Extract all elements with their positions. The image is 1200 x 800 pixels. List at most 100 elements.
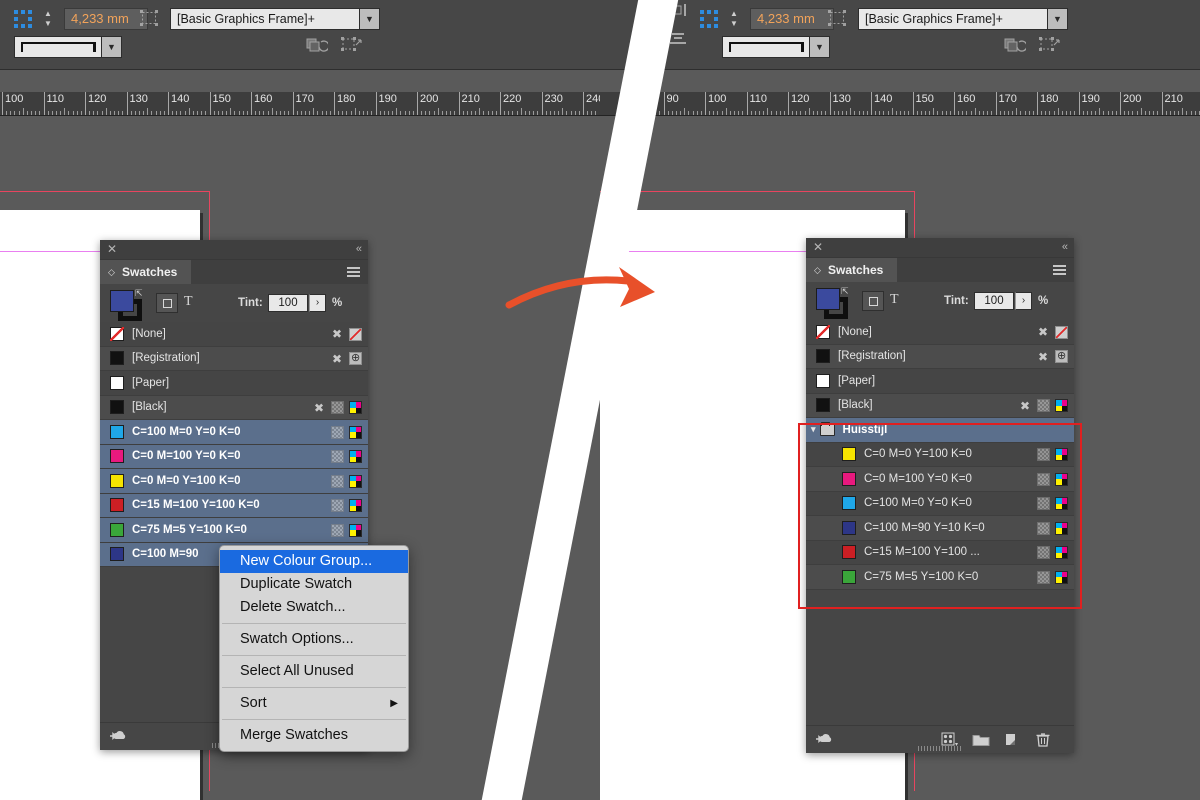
swatch-color-chip[interactable] xyxy=(842,545,856,560)
panel-menu-icon[interactable] xyxy=(347,267,360,277)
stroke-weight-input[interactable]: 4,233 mm xyxy=(64,8,148,30)
swatch-row[interactable]: [Registration] ✖ xyxy=(806,344,1074,369)
swatch-row[interactable]: [Black] ✖ xyxy=(100,395,368,420)
tab-swatches[interactable]: Swatches xyxy=(806,258,898,282)
stroke-style-dropdown-icon[interactable]: ▼ xyxy=(810,36,830,58)
cc-libraries-icon[interactable] xyxy=(110,729,128,745)
reference-point-proxy-icon[interactable] xyxy=(700,10,718,28)
swatch-context-menu[interactable]: New Colour Group... Duplicate Swatch Delet… xyxy=(219,545,409,752)
swatch-color-chip[interactable] xyxy=(816,373,830,388)
formatting-affects-text-icon[interactable]: T xyxy=(184,294,193,310)
tint-dropdown-icon[interactable]: › xyxy=(1015,292,1032,310)
swap-fill-stroke-icon[interactable]: ⇱ xyxy=(135,288,143,299)
close-icon[interactable]: ✕ xyxy=(813,241,823,254)
object-style-dropdown-icon[interactable]: ▼ xyxy=(1048,8,1068,30)
tint-input[interactable]: 100 xyxy=(268,294,308,312)
fill-stroke-proxy[interactable]: ⇱ xyxy=(110,288,144,321)
delete-swatch-icon[interactable] xyxy=(1034,732,1052,748)
swatch-row[interactable]: C=100 M=90 Y=10 K=0 xyxy=(806,516,1074,541)
swatch-row[interactable]: C=100 M=0 Y=0 K=0 xyxy=(806,491,1074,516)
text-wrap-icon[interactable] xyxy=(306,36,330,54)
swatch-color-chip[interactable] xyxy=(842,520,856,535)
swatch-color-chip[interactable] xyxy=(110,400,124,415)
swatch-color-chip[interactable] xyxy=(110,522,124,537)
swatch-list-right[interactable]: [None] ✖ [Registration] ✖ [Paper] [Black] ✖ ▾ Hu… xyxy=(806,320,1074,710)
swatch-row[interactable]: C=15 M=100 Y=100 K=0 xyxy=(100,493,368,518)
swatches-panel-right[interactable]: ✕ « Swatches ⇱ T xyxy=(806,238,1074,753)
reference-point-proxy-icon[interactable] xyxy=(14,10,32,28)
swatch-color-chip[interactable] xyxy=(110,473,124,488)
stroke-weight-stepper[interactable]: ▲ ▼ xyxy=(726,8,742,30)
align-bottom-icon[interactable] xyxy=(668,30,690,48)
collapse-panel-icon[interactable]: « xyxy=(356,243,362,256)
distribute-horizontal-icon[interactable] xyxy=(668,2,690,20)
swatch-row[interactable]: C=0 M=100 Y=0 K=0 xyxy=(806,467,1074,492)
swatch-color-chip[interactable] xyxy=(110,351,124,366)
context-menu-item[interactable]: Select All Unused xyxy=(220,660,408,683)
formatting-affects-text-icon[interactable]: T xyxy=(890,292,899,308)
context-menu-item[interactable]: Merge Swatches xyxy=(220,724,408,747)
context-menu-item[interactable]: New Colour Group... xyxy=(220,550,408,573)
swatch-row[interactable]: C=0 M=0 Y=100 K=0 xyxy=(100,469,368,494)
context-menu-item[interactable]: Swatch Options... xyxy=(220,628,408,651)
new-color-group-icon[interactable] xyxy=(972,732,990,748)
swatch-row[interactable]: [Registration] ✖ xyxy=(100,346,368,371)
swatch-color-chip[interactable] xyxy=(110,424,124,439)
swatch-row[interactable]: C=15 M=100 Y=100 ... xyxy=(806,540,1074,565)
context-menu-item[interactable]: Delete Swatch... xyxy=(220,596,408,619)
color-group-row[interactable]: ▾ Huisstijl xyxy=(806,418,1074,443)
new-swatch-icon[interactable] xyxy=(1003,732,1021,748)
frame-fitting-icon[interactable] xyxy=(340,36,362,54)
swatch-row[interactable]: [Paper] xyxy=(806,369,1074,394)
swatch-row[interactable]: [Paper] xyxy=(100,371,368,396)
stroke-style-preview[interactable] xyxy=(14,36,102,58)
swatch-color-chip[interactable] xyxy=(110,449,124,464)
swap-fill-stroke-icon[interactable]: ⇱ xyxy=(841,286,849,297)
swatch-color-chip[interactable] xyxy=(110,375,124,390)
panel-resize-grip[interactable] xyxy=(918,746,962,751)
swatch-row[interactable]: [Black] ✖ xyxy=(806,393,1074,418)
swatch-color-chip[interactable] xyxy=(816,349,830,364)
swatch-color-chip[interactable] xyxy=(110,498,124,513)
swatch-color-chip[interactable] xyxy=(816,324,830,339)
close-icon[interactable]: ✕ xyxy=(107,243,117,256)
panel-menu-icon[interactable] xyxy=(1053,265,1066,275)
formatting-affects-container-icon[interactable] xyxy=(156,293,178,313)
swatch-row[interactable]: C=75 M=5 Y=100 K=0 xyxy=(806,565,1074,590)
swatch-color-chip[interactable] xyxy=(110,326,124,341)
swatch-color-chip[interactable] xyxy=(842,569,856,584)
swatch-row[interactable]: C=75 M=5 Y=100 K=0 xyxy=(100,518,368,543)
swatch-row[interactable]: [None] ✖ xyxy=(100,322,368,347)
swatch-row[interactable]: [None] ✖ xyxy=(806,320,1074,345)
swatch-color-chip[interactable] xyxy=(110,547,124,562)
tint-dropdown-icon[interactable]: › xyxy=(309,294,326,312)
text-wrap-icon[interactable] xyxy=(1004,36,1028,54)
swatch-color-chip[interactable] xyxy=(816,398,830,413)
swatch-row[interactable]: C=100 M=0 Y=0 K=0 xyxy=(100,420,368,445)
frame-fitting-icon[interactable] xyxy=(1038,36,1060,54)
chevron-down-icon[interactable]: ▾ xyxy=(811,424,816,435)
swatch-color-chip[interactable] xyxy=(842,471,856,486)
context-menu-item[interactable]: Duplicate Swatch xyxy=(220,573,408,596)
stroke-style-preview[interactable] xyxy=(722,36,810,58)
fill-stroke-proxy[interactable]: ⇱ xyxy=(816,286,850,319)
align-stack-icon[interactable] xyxy=(640,2,662,20)
object-style-value[interactable]: [Basic Graphics Frame]+ xyxy=(170,8,360,30)
swatch-color-chip[interactable] xyxy=(842,447,856,462)
tab-swatches[interactable]: Swatches xyxy=(100,260,192,284)
stroke-weight-input[interactable]: 4,233 mm xyxy=(750,8,834,30)
cc-libraries-icon[interactable] xyxy=(816,732,834,748)
collapse-panel-icon[interactable]: « xyxy=(1062,241,1068,254)
swatch-row[interactable]: C=0 M=100 Y=0 K=0 xyxy=(100,444,368,469)
align-center-icon[interactable] xyxy=(640,30,662,48)
object-style-value[interactable]: [Basic Graphics Frame]+ xyxy=(858,8,1048,30)
horizontal-ruler-left[interactable]: 100 110 120 130 140 150 160 170 180 190 200 210 220 2… xyxy=(0,92,640,116)
horizontal-ruler-right[interactable]: 80 90 100 110 120 130 140 150 160 170 180 190 200 210 xyxy=(600,92,1200,116)
tint-input[interactable]: 100 xyxy=(974,292,1014,310)
context-menu-item[interactable]: Sort ▶ xyxy=(220,692,408,715)
stroke-weight-stepper[interactable]: ▲ ▼ xyxy=(40,8,56,30)
stroke-style-dropdown-icon[interactable]: ▼ xyxy=(102,36,122,58)
object-style-dropdown-icon[interactable]: ▼ xyxy=(360,8,380,30)
formatting-affects-container-icon[interactable] xyxy=(862,291,884,311)
swatch-color-chip[interactable] xyxy=(842,496,856,511)
